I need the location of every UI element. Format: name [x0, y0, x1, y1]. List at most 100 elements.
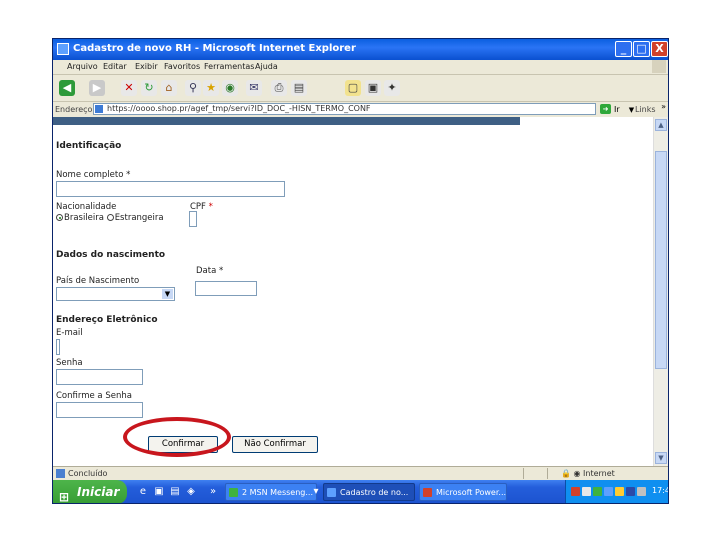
clock: 17:47	[652, 486, 668, 495]
windows-flag-icon: ⊞	[59, 490, 70, 504]
scroll-thumb[interactable]	[655, 151, 667, 369]
email-label: E-mail	[56, 328, 83, 338]
confirme-senha-label: Confirme a Senha	[56, 391, 132, 401]
task-msn[interactable]: 2 MSN Messeng...	[225, 483, 317, 501]
quicklaunch-overflow[interactable]: »	[207, 485, 219, 498]
quicklaunch-icon[interactable]: ▤	[169, 485, 181, 498]
zone-status: 🔒 ◉ Internet	[561, 469, 615, 478]
page-content: Identificação Nome completo * Nacionalid…	[53, 117, 653, 466]
highlight-circle	[123, 417, 231, 457]
nacionalidade-radio-group: Brasileira Estrangeira	[56, 213, 164, 223]
browser-window: Cadastro de novo RH - Microsoft Internet…	[52, 38, 669, 504]
radio-brasileira-label: Brasileira	[64, 213, 104, 223]
mail-icon[interactable]: ✉	[246, 80, 262, 96]
volume-icon[interactable]	[637, 487, 646, 496]
discuss-icon[interactable]: ▢	[345, 80, 361, 96]
scroll-down-icon[interactable]: ▼	[655, 452, 667, 464]
vertical-scrollbar[interactable]: ▲ ▼	[653, 117, 668, 466]
email-field[interactable]	[56, 339, 60, 355]
tray-icon[interactable]	[604, 487, 613, 496]
radio-brasileira[interactable]	[56, 214, 63, 221]
links-label[interactable]: Links	[635, 105, 656, 114]
tray-icon[interactable]	[626, 487, 635, 496]
confirme-senha-field[interactable]	[56, 402, 143, 418]
favorites-icon[interactable]: ★	[203, 80, 219, 96]
taskbar: ⊞ Iniciar e ▣ ▤ ◈ » 2 MSN Messeng... ▾ C…	[53, 480, 668, 504]
go-button-label[interactable]: Ir	[614, 105, 620, 114]
senha-label: Senha	[56, 358, 83, 368]
refresh-icon[interactable]: ↻	[141, 80, 157, 96]
ie-icon	[327, 488, 336, 497]
go-arrow-icon[interactable]: ➜	[600, 104, 611, 114]
nome-completo-field[interactable]	[56, 181, 285, 197]
quicklaunch-icon[interactable]: ▣	[153, 485, 165, 498]
header-strip	[53, 117, 520, 125]
window-title: Cadastro de novo RH - Microsoft Internet…	[73, 43, 356, 54]
address-bar: Endereço https://oooo.shop.pr/agef_tmp/s…	[53, 102, 668, 118]
status-bar: Concluído 🔒 ◉ Internet	[53, 466, 668, 481]
tray-icon[interactable]	[582, 487, 591, 496]
powerpoint-icon	[423, 488, 432, 497]
data-label: Data *	[196, 266, 224, 276]
start-button[interactable]: ⊞ Iniciar	[53, 480, 127, 504]
status-divider	[523, 468, 524, 479]
pais-nascimento-select[interactable]: ▼	[56, 287, 175, 301]
data-field[interactable]	[195, 281, 257, 296]
menu-editar[interactable]: Editar	[103, 62, 127, 71]
radio-estrangeira[interactable]	[106, 214, 114, 221]
menu-arquivo[interactable]: Arquivo	[67, 62, 98, 71]
more-chevron[interactable]: »	[661, 102, 666, 111]
address-url: https://oooo.shop.pr/agef_tmp/servi?ID_D…	[107, 104, 371, 113]
print-icon[interactable]: ⎙	[271, 80, 287, 96]
task-cadastro[interactable]: Cadastro de no...	[323, 483, 415, 501]
tray-icon[interactable]	[615, 487, 624, 496]
msn-icon	[229, 488, 238, 497]
heading-endereco-eletronico: Endereço Eletrônico	[56, 315, 158, 325]
menu-ferramentas[interactable]: Ferramentas	[204, 62, 254, 71]
radio-estrangeira-label: Estrangeira	[114, 213, 164, 223]
edit-icon[interactable]: ▤	[291, 80, 307, 96]
windows-flag-icon	[652, 60, 666, 73]
page-done-icon	[56, 469, 65, 478]
ie-quicklaunch-icon[interactable]: e	[137, 485, 149, 498]
toolbar: ◀ ▶ ✕ ↻ ⌂ ⚲ ★ ◉ ✉ ⎙ ▤ ▢ ▣ ✦	[53, 75, 668, 102]
nacionalidade-label: Nacionalidade	[56, 202, 117, 212]
forward-icon[interactable]: ▶	[89, 80, 105, 96]
address-input[interactable]: https://oooo.shop.pr/agef_tmp/servi?ID_D…	[93, 103, 634, 115]
address-label: Endereço	[55, 105, 93, 114]
heading-identificacao: Identificação	[56, 141, 122, 151]
tray-icon[interactable]	[593, 487, 602, 496]
nome-label: Nome completo *	[56, 170, 131, 180]
chevron-down-icon: ▼	[162, 289, 173, 299]
home-icon[interactable]: ⌂	[161, 80, 177, 96]
menu-bar: Arquivo Editar Exibir Favoritos Ferramen…	[53, 60, 668, 75]
research-icon[interactable]: ▣	[365, 80, 381, 96]
senha-field[interactable]	[56, 369, 143, 385]
stop-icon[interactable]: ✕	[121, 80, 137, 96]
back-icon[interactable]: ◀	[59, 80, 75, 96]
media-icon[interactable]: ◉	[222, 80, 238, 96]
system-tray: 17:47	[565, 480, 668, 503]
title-bar[interactable]: Cadastro de novo RH - Microsoft Internet…	[53, 39, 668, 60]
tray-icon[interactable]	[571, 487, 580, 496]
pais-label: País de Nascimento	[56, 276, 140, 286]
heading-dados-nascimento: Dados do nascimento	[56, 250, 166, 260]
cpf-field[interactable]	[189, 211, 197, 227]
scroll-up-icon[interactable]: ▲	[655, 119, 667, 131]
task-powerpoint[interactable]: Microsoft Power...	[419, 483, 507, 501]
search-icon[interactable]: ⚲	[185, 80, 201, 96]
chevron-down-icon[interactable]: ▾	[310, 485, 322, 498]
status-text: Concluído	[68, 469, 108, 478]
ie-icon	[57, 43, 69, 55]
messenger-icon[interactable]: ✦	[384, 80, 400, 96]
page-icon	[95, 105, 103, 113]
menu-favoritos[interactable]: Favoritos	[164, 62, 200, 71]
menu-ajuda[interactable]: Ajuda	[255, 62, 278, 71]
status-divider	[547, 468, 548, 479]
menu-exibir[interactable]: Exibir	[135, 62, 158, 71]
nao-confirmar-button[interactable]: Não Confirmar	[232, 436, 318, 453]
quicklaunch-icon[interactable]: ◈	[185, 485, 197, 498]
close-button[interactable]: X	[651, 41, 668, 57]
maximize-button[interactable]: □	[633, 41, 650, 57]
minimize-button[interactable]: _	[615, 41, 632, 57]
